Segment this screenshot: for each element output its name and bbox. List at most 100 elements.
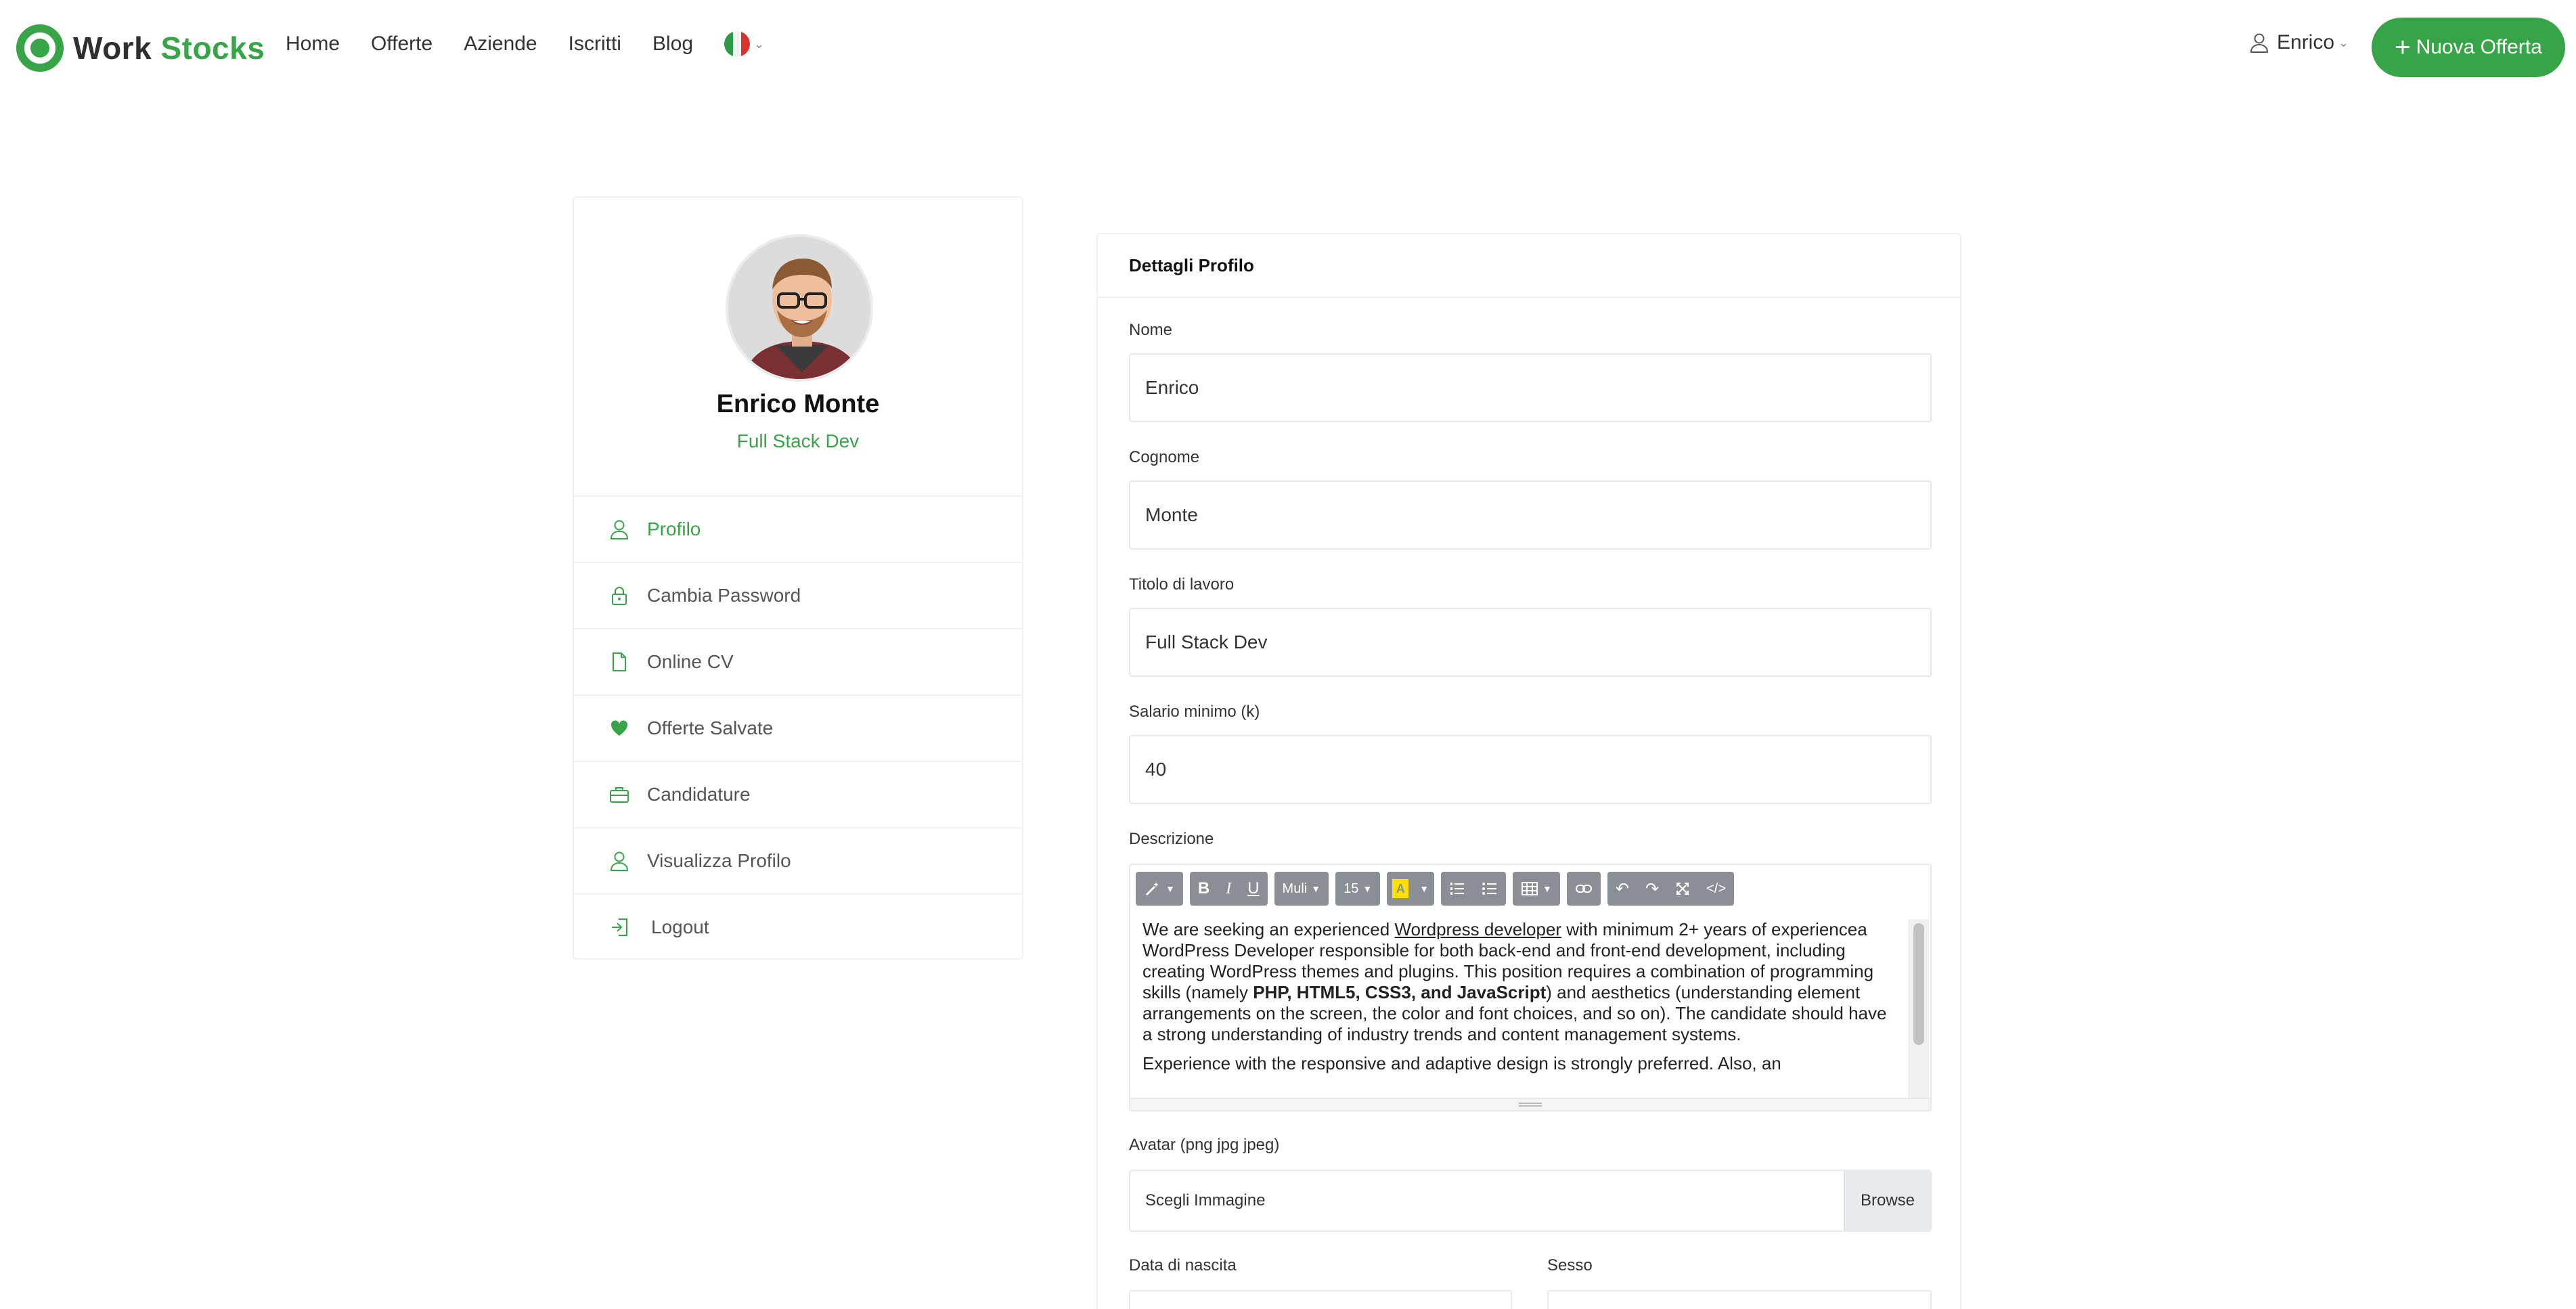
nav-iscritti[interactable]: Iscritti xyxy=(569,32,621,56)
highlight-icon: A xyxy=(1392,879,1409,898)
table-icon xyxy=(1522,882,1538,895)
cognome-label: Cognome xyxy=(1129,448,1200,466)
avatar-file-name: Scegli Immagine xyxy=(1145,1191,1266,1210)
font-family-select[interactable]: Muli ▼ xyxy=(1274,872,1329,906)
editor-content[interactable]: We are seeking an experienced Wordpress … xyxy=(1142,919,1901,1101)
logo-icon xyxy=(16,24,64,72)
sidebar-item-logout[interactable]: Logout xyxy=(574,893,1022,960)
sidebar-item-label: Visualizza Profilo xyxy=(647,850,791,871)
brand-name: Work Stocks xyxy=(73,30,265,66)
sidebar-item-label: Cambia Password xyxy=(647,585,801,606)
user-name: Enrico xyxy=(2277,31,2335,53)
fullscreen-button[interactable] xyxy=(1667,872,1698,906)
nav-home[interactable]: Home xyxy=(286,32,340,56)
user-icon xyxy=(609,519,629,539)
sidebar-item-label: Offerte Salvate xyxy=(647,717,774,738)
nav-offerte[interactable]: Offerte xyxy=(371,32,432,56)
editor-text: We are seeking an experienced xyxy=(1142,919,1395,939)
caret-down-icon: ▼ xyxy=(1542,883,1552,894)
editor-link[interactable]: Wordpress developer xyxy=(1394,919,1561,939)
sidebar-item-online-cv[interactable]: Online CV xyxy=(574,628,1022,694)
brand-name-part2: Stocks xyxy=(160,30,265,66)
briefcase-icon xyxy=(609,784,629,805)
font-family-value: Muli xyxy=(1282,881,1308,896)
new-offer-label: Nuova Offerta xyxy=(2416,36,2542,58)
user-icon xyxy=(609,851,629,871)
data-nascita-label: Data di nascita xyxy=(1129,1256,1237,1274)
color-dropdown-button[interactable]: ▼ xyxy=(1414,872,1434,906)
avatar-label: Avatar (png jpg jpeg) xyxy=(1129,1136,1280,1154)
link-button[interactable] xyxy=(1567,872,1601,906)
plus-icon: + xyxy=(2395,32,2411,62)
top-navbar: Work Stocks Home Offerte Aziende Iscritt… xyxy=(0,0,2576,95)
sesso-select[interactable] xyxy=(1547,1290,1932,1309)
avatar xyxy=(726,234,873,382)
new-offer-button[interactable]: + Nuova Offerta xyxy=(2372,18,2565,77)
description-editor[interactable]: ▼ B I U Muli ▼ 15 ▼ A ▼ ▼ ↶ ↷ </> We are… xyxy=(1129,864,1932,1111)
scrollbar-thumb[interactable] xyxy=(1913,923,1924,1045)
sidebar-item-offerte-salvate[interactable]: Offerte Salvate xyxy=(574,694,1022,761)
magic-style-button[interactable]: ▼ xyxy=(1136,872,1183,906)
table-button[interactable]: ▼ xyxy=(1513,872,1560,906)
italic-button[interactable]: I xyxy=(1218,872,1239,906)
heart-icon xyxy=(609,718,629,738)
chevron-down-icon: ⌄ xyxy=(2338,35,2349,49)
undo-icon: ↶ xyxy=(1615,879,1630,898)
browse-button[interactable]: Browse xyxy=(1844,1171,1930,1230)
sidebar-item-label: Candidature xyxy=(647,784,751,805)
nav-blog[interactable]: Blog xyxy=(652,32,693,56)
editor-scrollbar[interactable] xyxy=(1909,919,1929,1102)
code-view-button[interactable]: </> xyxy=(1698,872,1734,906)
unordered-list-icon xyxy=(1482,883,1497,895)
undo-button[interactable]: ↶ xyxy=(1607,872,1637,906)
redo-button[interactable]: ↷ xyxy=(1637,872,1667,906)
caret-down-icon: ▼ xyxy=(1419,883,1429,894)
caret-down-icon: ▼ xyxy=(1165,883,1175,894)
sidebar-item-cambia-password[interactable]: Cambia Password xyxy=(574,562,1022,628)
nome-input[interactable]: Enrico xyxy=(1129,353,1932,422)
editor-resize-handle[interactable] xyxy=(1130,1098,1930,1110)
cognome-input[interactable]: Monte xyxy=(1129,481,1932,550)
profile-role: Full Stack Dev xyxy=(736,430,860,451)
lock-icon xyxy=(609,585,629,606)
link-icon xyxy=(1575,885,1592,893)
sesso-label: Sesso xyxy=(1547,1256,1593,1274)
font-size-select[interactable]: 15 ▼ xyxy=(1335,872,1380,906)
brand-logo[interactable]: Work Stocks xyxy=(16,24,265,72)
resize-grip-icon xyxy=(1519,1103,1542,1107)
titolo-lavoro-input[interactable]: Full Stack Dev xyxy=(1129,608,1932,677)
avatar-image xyxy=(728,237,870,379)
file-icon xyxy=(609,652,629,672)
fullscreen-icon xyxy=(1676,883,1689,895)
font-size-value: 15 xyxy=(1343,881,1359,896)
bold-button[interactable]: B xyxy=(1190,872,1218,906)
chevron-down-icon: ⌄ xyxy=(754,37,765,51)
user-menu[interactable]: Enrico ⌄ xyxy=(2250,31,2349,54)
sidebar-item-candidature[interactable]: Candidature xyxy=(574,761,1022,827)
salario-label: Salario minimo (k) xyxy=(1129,703,1260,721)
italian-flag-icon xyxy=(724,31,750,57)
editor-bold-text: PHP, HTML5, CSS3, and JavaScript xyxy=(1253,982,1547,1002)
language-switcher[interactable]: ⌄ xyxy=(724,31,764,57)
unordered-list-button[interactable] xyxy=(1473,872,1506,906)
highlight-color-button[interactable]: A xyxy=(1387,872,1414,906)
profile-name: Enrico Monte xyxy=(716,390,880,418)
nome-label: Nome xyxy=(1129,321,1173,339)
salario-input[interactable]: 40 xyxy=(1129,735,1932,804)
titolo-lavoro-label: Titolo di lavoro xyxy=(1129,575,1235,594)
ordered-list-button[interactable] xyxy=(1441,872,1473,906)
sidebar-item-profilo[interactable]: Profilo xyxy=(574,495,1022,562)
code-icon: </> xyxy=(1706,881,1727,896)
underline-button[interactable]: U xyxy=(1239,872,1267,906)
ordered-list-icon xyxy=(1450,883,1465,895)
sidebar-item-label: Profilo xyxy=(647,518,701,539)
avatar-file-input[interactable]: Scegli Immagine Browse xyxy=(1129,1170,1932,1232)
sidebar-item-visualizza-profilo[interactable]: Visualizza Profilo xyxy=(574,827,1022,893)
nav-aziende[interactable]: Aziende xyxy=(464,32,537,56)
brand-name-part1: Work xyxy=(73,30,152,66)
profile-details-form: Dettagli Profilo Nome Enrico Cognome Mon… xyxy=(1096,233,1961,1309)
caret-down-icon: ▼ xyxy=(1311,883,1321,894)
magic-wand-icon xyxy=(1145,882,1159,896)
editor-paragraph: We are seeking an experienced Wordpress … xyxy=(1142,919,1901,1045)
data-nascita-input[interactable] xyxy=(1129,1290,1512,1309)
